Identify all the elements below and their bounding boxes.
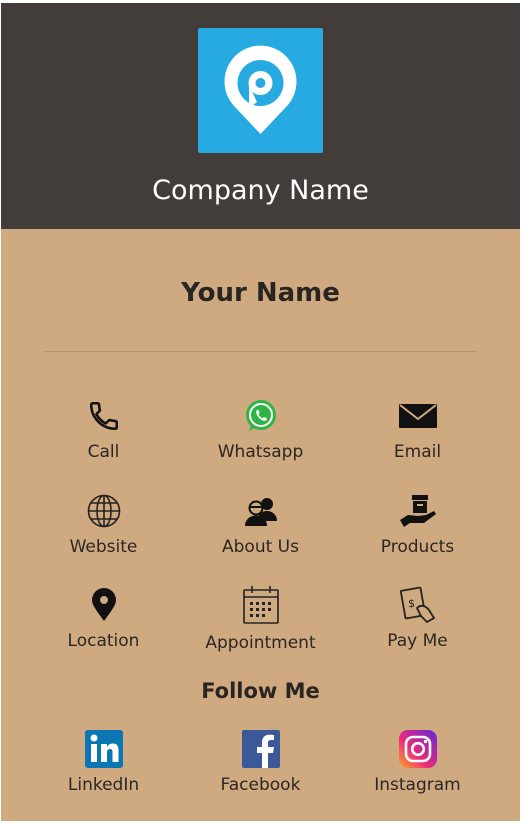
facebook-label: Facebook (220, 775, 301, 795)
products-button[interactable]: Products (339, 491, 496, 571)
about-us-button[interactable]: About Us (182, 491, 339, 571)
call-label: Call (87, 442, 120, 462)
map-pin-icon (84, 585, 124, 625)
website-label: Website (69, 537, 138, 557)
location-label: Location (67, 631, 140, 651)
whatsapp-icon (241, 396, 281, 436)
instagram-label: Instagram (374, 775, 461, 795)
person-name: Your Name (181, 278, 340, 308)
whatsapp-label: Whatsapp (217, 442, 304, 462)
card-header: Company Name (1, 3, 520, 229)
business-card: Company Name Your Name Call Whatsapp Ema… (1, 3, 520, 821)
company-logo (198, 28, 323, 153)
instagram-link[interactable]: Instagram (339, 729, 496, 809)
company-name: Company Name (152, 175, 369, 206)
linkedin-label: LinkedIn (67, 775, 140, 795)
divider (44, 351, 477, 352)
email-button[interactable]: Email (339, 396, 496, 476)
call-button[interactable]: Call (25, 396, 182, 476)
pay-me-label: Pay Me (387, 631, 448, 651)
instagram-icon (398, 729, 438, 769)
globe-icon (84, 491, 124, 531)
people-icon (241, 491, 281, 531)
pay-me-button[interactable]: $ Pay Me (339, 585, 496, 665)
location-pin-logo-icon (224, 45, 297, 134)
location-button[interactable]: Location (25, 585, 182, 665)
products-label: Products (380, 537, 455, 557)
about-us-label: About Us (222, 537, 299, 557)
follow-me-heading: Follow Me (201, 679, 320, 703)
email-icon (398, 396, 438, 436)
svg-text:$: $ (408, 597, 415, 610)
payment-icon: $ (398, 585, 438, 625)
calendar-icon (241, 585, 281, 625)
linkedin-icon (84, 729, 124, 769)
appointment-label: Appointment (205, 633, 316, 653)
appointment-button[interactable]: Appointment (182, 585, 339, 665)
linkedin-link[interactable]: LinkedIn (25, 729, 182, 809)
box-in-hand-icon (398, 491, 438, 531)
email-label: Email (393, 442, 442, 462)
phone-icon (84, 396, 124, 436)
facebook-link[interactable]: Facebook (182, 729, 339, 809)
facebook-icon (241, 729, 281, 769)
website-button[interactable]: Website (25, 491, 182, 571)
whatsapp-button[interactable]: Whatsapp (182, 396, 339, 476)
